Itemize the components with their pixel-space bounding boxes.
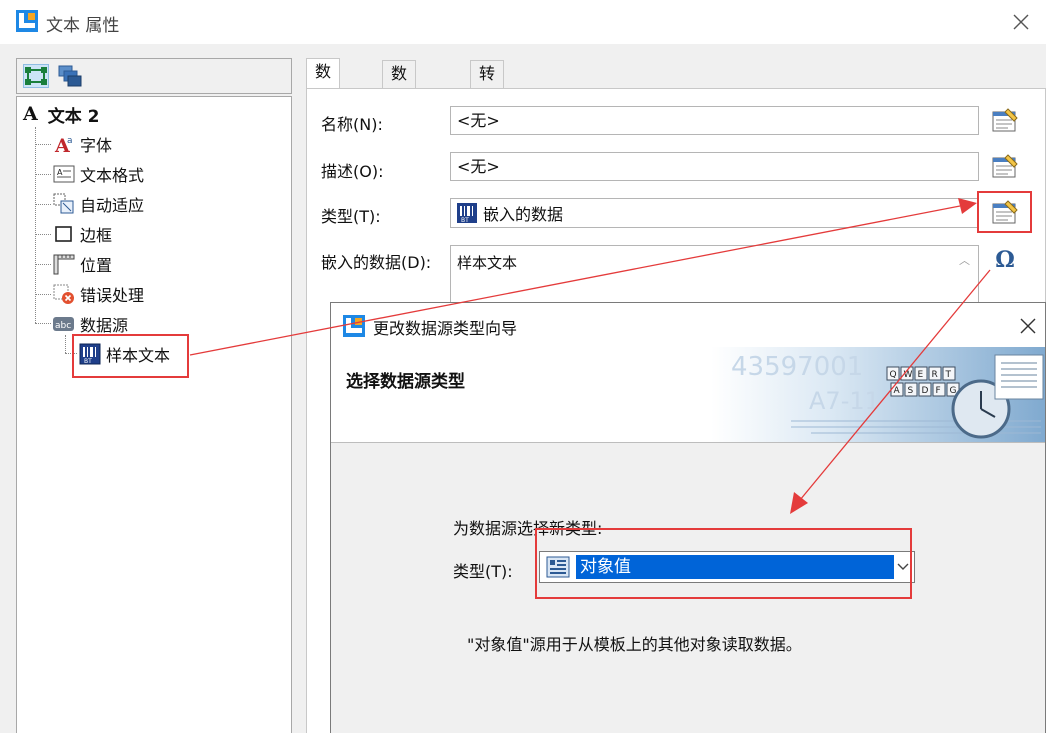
tree-line xyxy=(35,323,51,324)
tree-line xyxy=(35,204,51,205)
highlight-change-type-button xyxy=(977,191,1032,233)
text-format-icon: A xyxy=(53,165,75,183)
keyboard-key-label: Q xyxy=(890,370,897,380)
tree-root-label: 文本 2 xyxy=(47,106,100,127)
change-data-source-type-wizard: 更改数据源类型向导 选择数据源类型 43597001 A7-11 Q W E R… xyxy=(330,302,1046,733)
app-logo-icon xyxy=(16,10,38,32)
highlight-sample-text xyxy=(72,334,189,378)
tab-data-type[interactable]: 数据类型 xyxy=(382,60,417,161)
banner-code: A7-11 xyxy=(809,387,880,415)
tree-item-error-handling[interactable]: 错误处理 xyxy=(53,281,144,307)
position-icon xyxy=(53,254,75,275)
description-properties-button[interactable] xyxy=(990,152,1020,182)
tree-item-label: 字体 xyxy=(80,136,113,155)
tab-data-source[interactable]: 数据源 xyxy=(306,58,341,133)
auto-fit-icon xyxy=(53,193,74,214)
keyboard-key-label: R xyxy=(932,370,938,380)
name-field[interactable]: <无> xyxy=(450,106,979,135)
svg-text:abc: abc xyxy=(55,321,71,331)
wizard-type-label: 类型(T): xyxy=(453,562,513,581)
wizard-banner-graphic: 43597001 A7-11 Q W E R TA S D F G xyxy=(711,347,1045,442)
type-label: 类型(T): xyxy=(321,207,381,226)
tree-root-node[interactable]: A 文本 2 xyxy=(23,101,100,127)
tree-line xyxy=(65,335,66,353)
wizard-heading: 选择数据源类型 xyxy=(346,372,465,392)
tree-item-auto-fit[interactable]: 自动适应 xyxy=(53,191,144,217)
text-object-icon: A xyxy=(23,103,38,125)
wizard-type-description: "对象值"源用于从模板上的其他对象读取数据。 xyxy=(467,635,802,654)
tab-transform[interactable]: 转换 xyxy=(470,60,505,109)
embedded-data-value: 样本文本 xyxy=(457,254,518,272)
wizard-title-bar: 更改数据源类型向导 xyxy=(331,303,1045,347)
embedded-data-textarea[interactable]: 样本文本 ︿ xyxy=(450,245,979,309)
app-logo-icon xyxy=(343,315,365,337)
scroll-up-icon[interactable]: ︿ xyxy=(959,252,970,268)
layers-icon xyxy=(58,65,82,87)
tree-line xyxy=(35,144,51,145)
special-character-button[interactable]: Ω xyxy=(990,245,1020,275)
tree-line xyxy=(35,264,51,265)
tree-item-label: 自动适应 xyxy=(80,196,145,215)
tree-item-font[interactable]: A a 字体 xyxy=(53,131,112,157)
tree-item-border[interactable]: 边框 xyxy=(53,221,112,247)
tree-line xyxy=(35,174,51,175)
tree-item-label: 数据源 xyxy=(80,316,129,335)
keyboard-key-label: F xyxy=(936,386,941,396)
object-selection-icon xyxy=(25,67,47,85)
type-field[interactable]: BT 嵌入的数据 xyxy=(450,198,979,228)
tree-line xyxy=(35,294,51,295)
tree-item-position[interactable]: 位置 xyxy=(53,251,112,277)
document-graphic xyxy=(994,354,1044,400)
properties-window: 文本 属性 A 文本 2 A a 字体 A 文本格式 自动适应 边框 位置 错误… xyxy=(0,0,1046,733)
description-field[interactable]: <无> xyxy=(450,152,979,181)
tree-item-text-format[interactable]: A 文本格式 xyxy=(53,161,144,187)
keyboard-key-label: T xyxy=(945,370,952,380)
tree-item-label: 错误处理 xyxy=(80,286,145,305)
object-view-button[interactable] xyxy=(23,64,49,88)
embedded-data-label: 嵌入的数据(D): xyxy=(321,253,432,272)
banner-number: 43597001 xyxy=(731,352,863,382)
tree-line xyxy=(35,234,51,235)
keyboard-key-label: E xyxy=(918,370,924,380)
window-title: 文本 属性 xyxy=(46,16,120,36)
name-label: 名称(N): xyxy=(321,115,383,134)
tree-toolbar xyxy=(16,58,292,94)
keyboard-key-label: D xyxy=(922,386,929,396)
svg-text:a: a xyxy=(67,136,73,146)
name-properties-button[interactable] xyxy=(990,106,1020,136)
tree-item-label: 文本格式 xyxy=(80,166,145,185)
embedded-data-icon: BT xyxy=(457,203,477,223)
tree-item-label: 边框 xyxy=(80,226,113,245)
data-source-icon: abc xyxy=(53,317,74,331)
keyboard-key-label: W xyxy=(904,370,913,380)
type-value: 嵌入的数据 xyxy=(483,205,564,224)
wizard-close-icon[interactable] xyxy=(1017,315,1039,337)
error-handling-icon xyxy=(53,284,74,304)
wizard-header: 选择数据源类型 43597001 A7-11 QWERTASDFG xyxy=(331,347,1045,443)
keyboard-key-label: A xyxy=(894,386,901,396)
svg-text:A: A xyxy=(57,168,63,177)
tree-item-label: 位置 xyxy=(80,256,113,275)
title-bar: 文本 属性 xyxy=(0,0,1046,44)
wizard-title: 更改数据源类型向导 xyxy=(373,319,518,338)
border-icon xyxy=(55,226,72,242)
highlight-type-select xyxy=(535,528,912,599)
keyboard-key-label: S xyxy=(908,386,914,396)
layers-view-button[interactable] xyxy=(57,64,83,88)
font-icon: A a xyxy=(54,135,73,155)
close-icon[interactable] xyxy=(1008,9,1034,35)
svg-text:BT: BT xyxy=(461,217,469,223)
property-tree: A 文本 2 A a 字体 A 文本格式 自动适应 边框 位置 错误处理 abc… xyxy=(16,96,292,733)
description-label: 描述(O): xyxy=(321,162,384,181)
